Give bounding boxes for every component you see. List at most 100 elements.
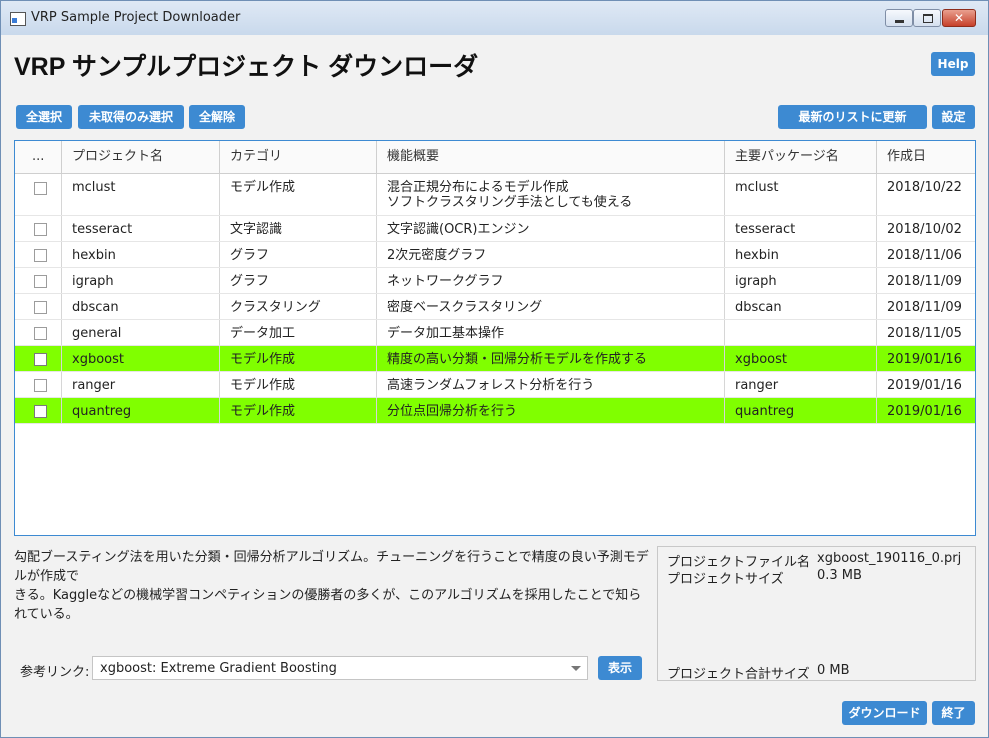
select-cell: [15, 346, 62, 371]
category-cell: モデル作成: [220, 174, 377, 215]
column-header-package[interactable]: 主要パッケージ名: [725, 141, 877, 173]
date-cell: 2018/11/06: [887, 248, 962, 263]
select-cell: [15, 398, 62, 423]
app-window: VRP Sample Project Downloader ✕ VRP サンプル…: [0, 0, 989, 738]
row-checkbox[interactable]: [34, 223, 47, 236]
category-cell: グラフ: [220, 242, 377, 267]
package-cell: ranger: [725, 372, 877, 397]
summary-line: 混合正規分布によるモデル作成: [387, 180, 569, 195]
row-checkbox[interactable]: [34, 353, 47, 366]
row-checkbox[interactable]: [34, 301, 47, 314]
row-checkbox[interactable]: [34, 275, 47, 288]
row-checkbox[interactable]: [34, 405, 47, 418]
table-row[interactable]: xgboost モデル作成 精度の高い分類・回帰分析モデルを作成する xgboost 2…: [15, 346, 975, 372]
close-icon: ✕: [953, 11, 965, 25]
table-row[interactable]: dbscan クラスタリング 密度ベースクラスタリング dbscan 2018/11/0…: [15, 294, 975, 320]
summary-line: 分位点回帰分析を行う: [387, 404, 518, 419]
project-table: ... プロジェクト名 カテゴリ 機能概要 主要パッケージ名 作成日 mclus…: [14, 140, 976, 536]
summary-line: 高速ランダムフォレスト分析を行う: [387, 378, 595, 393]
table-row[interactable]: general データ加工 データ加工基本操作 2018/11/05: [15, 320, 975, 346]
column-header-date[interactable]: 作成日: [877, 141, 975, 173]
name-cell: dbscan: [62, 294, 220, 319]
category-cell: グラフ: [220, 268, 377, 293]
select-cell: [15, 174, 62, 215]
description-line: 勾配ブースティング法を用いた分類・回帰分析アルゴリズム。チューニングを行うことで…: [14, 550, 649, 584]
date-cell: 2018/10/22: [887, 180, 962, 195]
package-cell: igraph: [725, 268, 877, 293]
category-cell: モデル作成: [220, 372, 377, 397]
table-header: ... プロジェクト名 カテゴリ 機能概要 主要パッケージ名 作成日: [15, 141, 975, 174]
row-checkbox[interactable]: [34, 327, 47, 340]
column-header-select[interactable]: ...: [15, 141, 62, 173]
row-checkbox[interactable]: [34, 249, 47, 262]
table-row[interactable]: igraph グラフ ネットワークグラフ igraph 2018/11/09: [15, 268, 975, 294]
name-cell: mclust: [62, 174, 220, 215]
row-checkbox[interactable]: [34, 379, 47, 392]
column-header-project-name[interactable]: プロジェクト名: [62, 141, 220, 173]
minimize-button[interactable]: [885, 9, 913, 27]
package-cell: hexbin: [725, 242, 877, 267]
title-bar: VRP Sample Project Downloader ✕: [1, 1, 988, 35]
name-cell: igraph: [62, 268, 220, 293]
chevron-down-icon: [571, 666, 581, 671]
close-button[interactable]: ✕: [942, 9, 976, 27]
app-icon: [10, 12, 26, 26]
summary-line: データ加工基本操作: [387, 326, 505, 341]
exit-button[interactable]: 終了: [932, 701, 975, 725]
summary-line: 2次元密度グラフ: [387, 248, 487, 263]
summary-cell: ネットワークグラフ: [377, 268, 725, 293]
page-title: VRP サンプルプロジェクト ダウンローダ: [14, 53, 479, 81]
name-cell: quantreg: [62, 398, 220, 423]
table-row[interactable]: tesseract 文字認識 文字認識(OCR)エンジン tesseract 2018/…: [15, 216, 975, 242]
project-size-label: プロジェクトサイズ: [667, 572, 784, 587]
date-cell: 2019/01/16: [887, 378, 962, 393]
date-cell: 2019/01/16: [887, 404, 962, 419]
maximize-button[interactable]: [913, 9, 941, 27]
summary-cell: データ加工基本操作: [377, 320, 725, 345]
deselect-all-button[interactable]: 全解除: [189, 105, 245, 129]
name-cell: xgboost: [62, 346, 220, 371]
table-row[interactable]: quantreg モデル作成 分位点回帰分析を行う quantreg 2019/01/1…: [15, 398, 975, 424]
table-row[interactable]: ranger モデル作成 高速ランダムフォレスト分析を行う ranger 2019/01…: [15, 372, 975, 398]
help-button[interactable]: Help: [931, 52, 975, 76]
package-cell: dbscan: [725, 294, 877, 319]
reference-link-label: 参考リンク:: [20, 665, 90, 680]
show-link-button[interactable]: 表示: [598, 656, 642, 680]
category-cell: 文字認識: [220, 216, 377, 241]
row-checkbox[interactable]: [34, 182, 47, 195]
select-cell: [15, 320, 62, 345]
package-cell: quantreg: [725, 398, 877, 423]
summary-cell: 文字認識(OCR)エンジン: [377, 216, 725, 241]
refresh-list-button[interactable]: 最新のリストに更新: [778, 105, 927, 129]
package-cell: [725, 320, 877, 345]
description-line: きる。Kaggleなどの機械学習コンペティションの優勝者の多くが、このアルゴリズ…: [14, 588, 642, 622]
summary-line: ソフトクラスタリング手法としても使える: [387, 195, 633, 210]
select-cell: [15, 268, 62, 293]
category-cell: クラスタリング: [220, 294, 377, 319]
column-header-category[interactable]: カテゴリ: [220, 141, 377, 173]
summary-cell: 密度ベースクラスタリング: [377, 294, 725, 319]
summary-cell: 2次元密度グラフ: [377, 242, 725, 267]
summary-line: 密度ベースクラスタリング: [387, 300, 543, 315]
select-cell: [15, 372, 62, 397]
project-size-value: 0.3 MB: [817, 568, 862, 583]
name-cell: general: [62, 320, 220, 345]
select-all-button[interactable]: 全選択: [16, 105, 72, 129]
table-row[interactable]: hexbin グラフ 2次元密度グラフ hexbin 2018/11/06: [15, 242, 975, 268]
window-title: VRP Sample Project Downloader: [31, 10, 241, 25]
reference-link-select[interactable]: xgboost: Extreme Gradient Boosting: [92, 656, 588, 680]
name-cell: hexbin: [62, 242, 220, 267]
select-cell: [15, 216, 62, 241]
date-cell: 2018/10/02: [887, 222, 962, 237]
settings-button[interactable]: 設定: [932, 105, 975, 129]
select-unacquired-button[interactable]: 未取得のみ選択: [78, 105, 184, 129]
reference-link-value: xgboost: Extreme Gradient Boosting: [100, 661, 337, 676]
package-cell: xgboost: [725, 346, 877, 371]
column-header-summary[interactable]: 機能概要: [377, 141, 725, 173]
summary-cell: 混合正規分布によるモデル作成 ソフトクラスタリング手法としても使える: [377, 174, 725, 215]
download-button[interactable]: ダウンロード: [842, 701, 927, 725]
summary-line: 精度の高い分類・回帰分析モデルを作成する: [387, 352, 648, 367]
table-row[interactable]: mclust モデル作成 混合正規分布によるモデル作成 ソフトクラスタリング手法として…: [15, 174, 975, 216]
project-info-panel: プロジェクトファイル名 xgboost_190116_0.prj プロジェクトサ…: [657, 546, 976, 682]
date-cell: 2018/11/05: [887, 326, 962, 341]
